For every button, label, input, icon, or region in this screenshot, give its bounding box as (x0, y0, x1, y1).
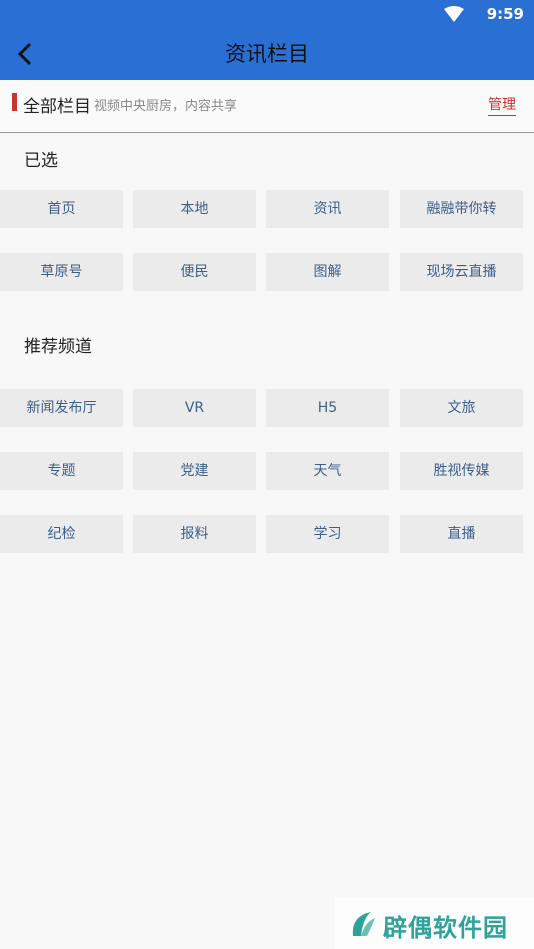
manage-button[interactable]: 管理 (488, 94, 516, 116)
recommended-channel-tile[interactable]: 学习 (266, 515, 389, 553)
selected-channel-tile[interactable]: 便民 (133, 253, 256, 291)
section-description: 视频中央厨房，内容共享 (94, 99, 238, 114)
selected-channel-tile[interactable]: 首页 (0, 190, 123, 228)
recommended-group-title: 推荐频道 (24, 337, 92, 357)
recommended-channel-tile[interactable]: 文旅 (400, 389, 523, 427)
leaf-logo-icon (349, 910, 377, 942)
recommended-channel-tile[interactable]: 天气 (266, 452, 389, 490)
selected-group-title: 已选 (24, 151, 58, 171)
wifi-icon (444, 6, 464, 26)
recommended-channel-tile[interactable]: 新闻发布厅 (0, 389, 123, 427)
recommended-channel-tile[interactable]: H5 (266, 389, 389, 427)
selected-channel-tile[interactable]: 本地 (133, 190, 256, 228)
page-title: 资讯栏目 (225, 42, 309, 66)
selected-channel-tile[interactable]: 现场云直播 (400, 253, 523, 291)
section-bar: 全部栏目 视频中央厨房，内容共享 管理 (0, 80, 534, 133)
recommended-channel-tile[interactable]: 党建 (133, 452, 256, 490)
recommended-channel-tile[interactable]: VR (133, 389, 256, 427)
app-bar: 资讯栏目 (0, 28, 534, 80)
section-label: 全部栏目 (23, 97, 91, 117)
recommended-channel-tile[interactable]: 直播 (400, 515, 523, 553)
selected-channel-tile[interactable]: 资讯 (266, 190, 389, 228)
watermark-logo: 辟偶软件园 (335, 898, 534, 949)
watermark-text: 辟偶软件园 (383, 914, 508, 942)
recommended-channel-tile[interactable]: 胜视传媒 (400, 452, 523, 490)
recommended-channel-tile[interactable]: 专题 (0, 452, 123, 490)
selected-channel-tile[interactable]: 图解 (266, 253, 389, 291)
recommended-channel-tile[interactable]: 报料 (133, 515, 256, 553)
status-bar: 9:59 (0, 0, 534, 28)
status-time: 9:59 (486, 5, 524, 23)
accent-marker (12, 93, 17, 111)
selected-channel-tile[interactable]: 融融带你转 (400, 190, 523, 228)
selected-channel-tile[interactable]: 草原号 (0, 253, 123, 291)
recommended-channel-tile[interactable]: 纪检 (0, 515, 123, 553)
